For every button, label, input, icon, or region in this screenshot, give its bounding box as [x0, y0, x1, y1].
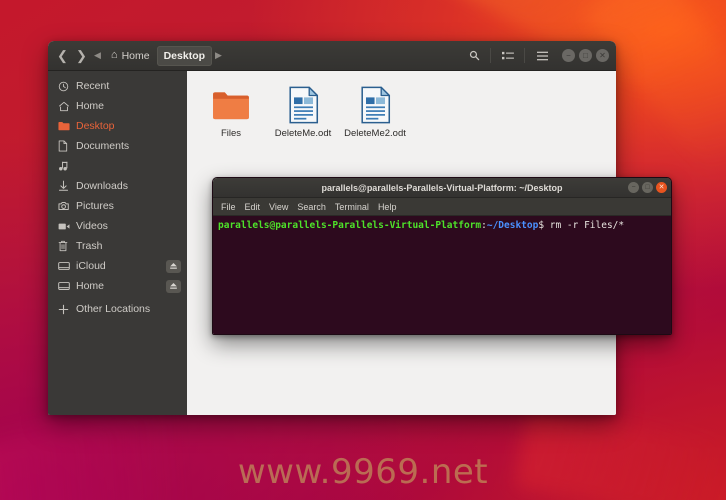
menu-terminal[interactable]: Terminal: [335, 202, 369, 212]
sidebar-item-recent[interactable]: Recent: [48, 76, 187, 96]
folder-icon: [209, 85, 253, 125]
headerbar-divider: [490, 48, 491, 63]
breadcrumb-prev-icon[interactable]: ◀: [91, 50, 104, 61]
desktop-wallpaper: ❮ ❯ ◀ ⌂ Home Desktop ▶ − □ ✕ Recent Home…: [0, 0, 726, 500]
back-button[interactable]: ❮: [53, 46, 72, 66]
file-manager-headerbar: ❮ ❯ ◀ ⌂ Home Desktop ▶ − □ ✕: [48, 41, 616, 71]
terminal-title: parallels@parallels-Parallels-Virtual-Pl…: [321, 182, 563, 193]
breadcrumb-next-icon[interactable]: ▶: [212, 50, 225, 61]
minimize-button[interactable]: −: [628, 182, 639, 193]
sidebar-item-home-drive[interactable]: Home: [48, 276, 187, 296]
sidebar-label: Documents: [76, 140, 130, 152]
music-icon: [58, 161, 76, 172]
desktop-item-label: Files: [220, 128, 242, 139]
sidebar-label: Recent: [76, 80, 110, 92]
terminal-window: parallels@parallels-Parallels-Virtual-Pl…: [212, 177, 672, 335]
breadcrumb-home-label: Home: [121, 49, 150, 62]
sidebar-item-documents[interactable]: Documents: [48, 136, 187, 156]
video-icon: [58, 222, 76, 231]
prompt-user-host: parallels@parallels-Parallels-Virtual-Pl…: [218, 220, 482, 231]
terminal-titlebar: parallels@parallels-Parallels-Virtual-Pl…: [213, 178, 671, 198]
sidebar-label: Trash: [76, 240, 103, 252]
sidebar-item-downloads[interactable]: Downloads: [48, 176, 187, 196]
sidebar-item-other-locations[interactable]: Other Locations: [48, 299, 187, 319]
document-icon: [281, 85, 325, 125]
sidebar-item-home[interactable]: Home: [48, 96, 187, 116]
document-icon: [58, 140, 76, 152]
home-icon: [58, 101, 76, 112]
plus-icon: [58, 304, 76, 315]
menu-help[interactable]: Help: [378, 202, 397, 212]
camera-icon: [58, 201, 76, 211]
sidebar-label: Downloads: [76, 180, 128, 192]
terminal-command: $ rm -r Files/*: [538, 220, 625, 231]
sidebar-label: iCloud: [76, 260, 106, 272]
folder-icon: [58, 121, 76, 131]
hamburger-menu-icon[interactable]: [530, 45, 554, 66]
sidebar-item-icloud[interactable]: iCloud: [48, 256, 187, 276]
terminal-prompt-line: parallels@parallels-Parallels-Virtual-Pl…: [218, 219, 666, 232]
menu-search[interactable]: Search: [297, 202, 326, 212]
sidebar-label: Desktop: [76, 120, 115, 132]
view-list-icon[interactable]: [496, 45, 520, 66]
drive-icon: [58, 261, 76, 271]
file-manager-sidebar: Recent Home Desktop Documents Downloads …: [48, 71, 187, 415]
minimize-button[interactable]: −: [562, 49, 575, 62]
maximize-button[interactable]: □: [579, 49, 592, 62]
drive-icon: [58, 281, 76, 291]
sidebar-item-music[interactable]: [48, 156, 187, 176]
terminal-menubar: File Edit View Search Terminal Help: [213, 198, 671, 216]
file-manager-window-controls: − □ ✕: [562, 49, 609, 62]
breadcrumb-home[interactable]: ⌂ Home: [104, 46, 157, 66]
terminal-window-controls: − □ ✕: [628, 182, 667, 193]
desktop-item-deleteme-odt[interactable]: DeleteMe.odt: [267, 81, 339, 139]
breadcrumb-desktop[interactable]: Desktop: [156, 45, 213, 66]
desktop-item-label: DeleteMe.odt: [274, 128, 332, 139]
menu-edit[interactable]: Edit: [245, 202, 261, 212]
sidebar-item-pictures[interactable]: Pictures: [48, 196, 187, 216]
maximize-button[interactable]: □: [642, 182, 653, 193]
close-button[interactable]: ✕: [596, 49, 609, 62]
sidebar-label: Other Locations: [76, 303, 151, 315]
headerbar-divider: [524, 48, 525, 63]
sidebar-item-trash[interactable]: Trash: [48, 236, 187, 256]
menu-view[interactable]: View: [269, 202, 288, 212]
forward-button[interactable]: ❯: [72, 46, 91, 66]
close-button[interactable]: ✕: [656, 182, 667, 193]
breadcrumb-desktop-label: Desktop: [163, 49, 206, 62]
sidebar-label: Videos: [76, 220, 108, 232]
trash-icon: [58, 240, 76, 252]
download-icon: [58, 180, 76, 192]
menu-file[interactable]: File: [221, 202, 236, 212]
eject-icon[interactable]: [166, 259, 181, 273]
prompt-path: ~/Desktop: [486, 220, 539, 231]
desktop-item-deleteme2-odt[interactable]: DeleteMe2.odt: [339, 81, 411, 139]
terminal-screen[interactable]: parallels@parallels-Parallels-Virtual-Pl…: [213, 216, 671, 334]
watermark: www.9969.net: [237, 452, 489, 492]
desktop-item-label: DeleteMe2.odt: [344, 128, 406, 139]
desktop-item-files[interactable]: Files: [195, 81, 267, 139]
document-icon: [353, 85, 397, 125]
clock-icon: [58, 81, 76, 92]
search-icon[interactable]: [462, 45, 486, 66]
sidebar-label: Home: [76, 100, 105, 112]
home-icon: ⌂: [110, 49, 118, 61]
sidebar-label: Pictures: [76, 200, 114, 212]
eject-icon[interactable]: [166, 279, 181, 293]
sidebar-item-desktop[interactable]: Desktop: [48, 116, 187, 136]
sidebar-label: Home: [76, 280, 105, 292]
sidebar-item-videos[interactable]: Videos: [48, 216, 187, 236]
